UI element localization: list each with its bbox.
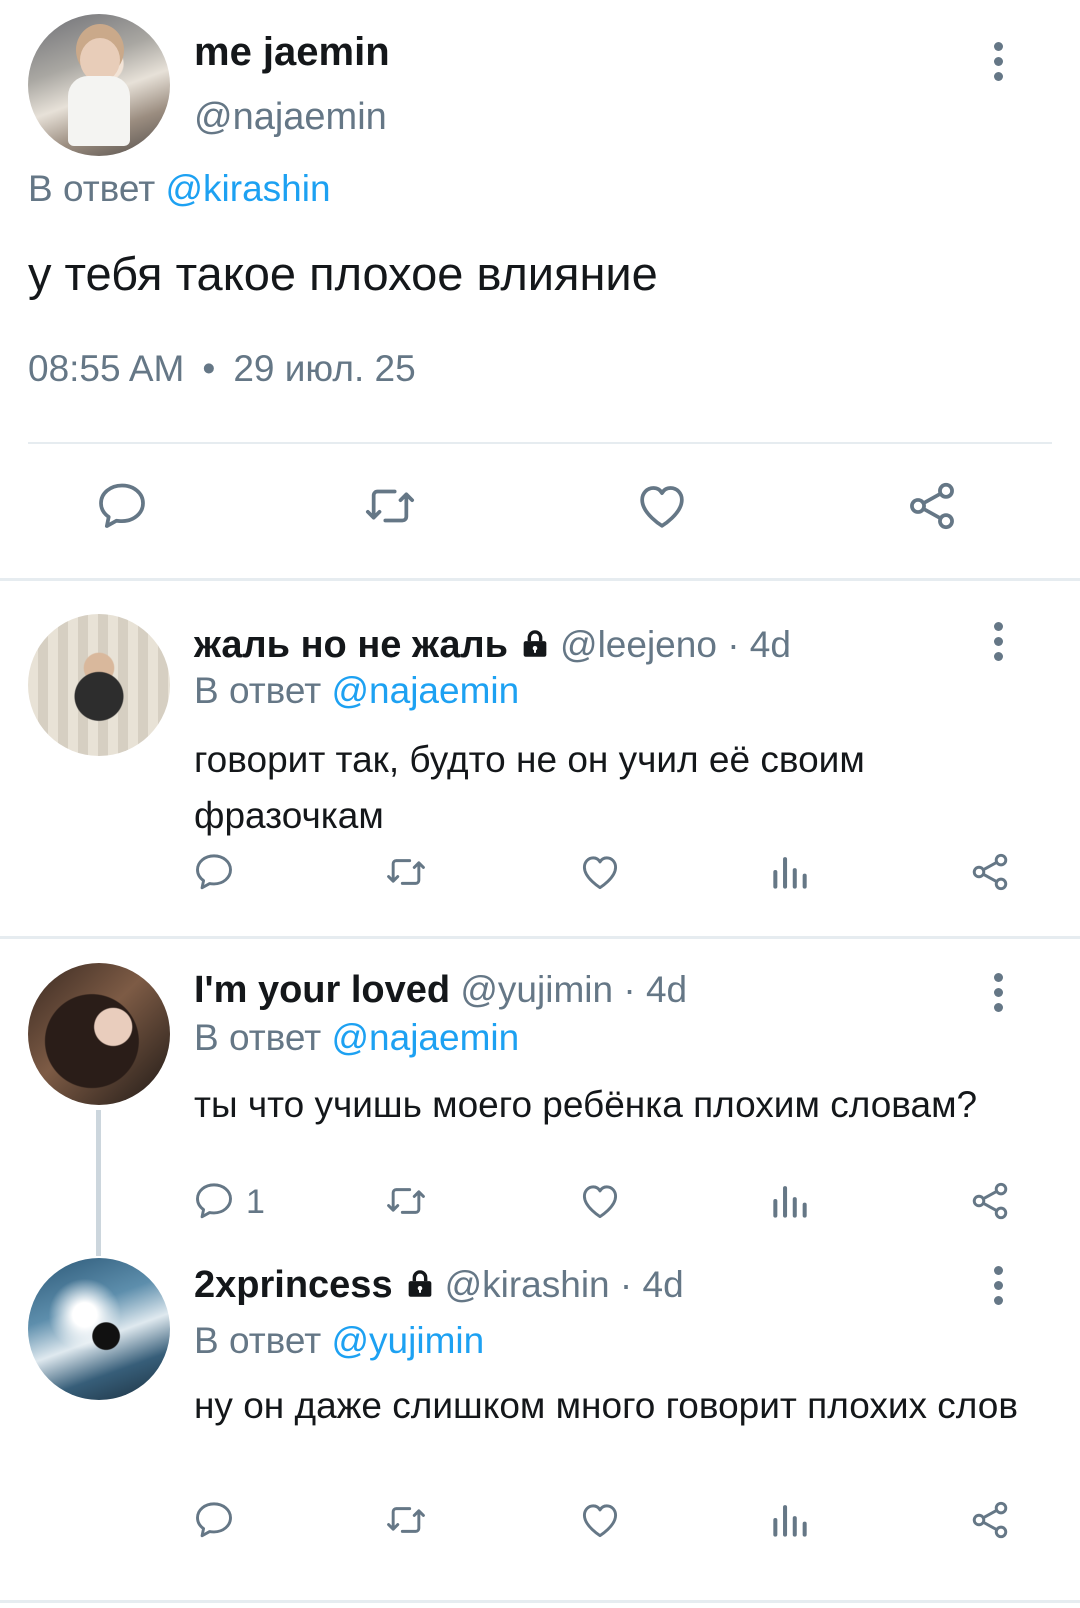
reply-to-line: В ответ @najaemin [194,670,519,712]
reply-to-line: В ответ @najaemin [194,1017,519,1059]
tweet-text: ты что учишь моего ребёнка плохим словам… [194,1084,978,1125]
more-options-icon[interactable] [983,1266,1013,1305]
retweet-icon[interactable] [362,478,418,534]
handle[interactable]: @kirashin [445,1264,610,1305]
reply-header: 2xprincess @kirashin · 4d [194,1264,684,1307]
tweet-text: говорит так, будто не он учил её своим ф… [194,739,865,836]
heart-icon[interactable] [578,850,622,894]
tweet-age: · 4d [623,969,688,1010]
reply-icon[interactable] [94,478,150,534]
reply-to-mention[interactable]: @kirashin [166,168,331,209]
avatar[interactable] [28,614,170,756]
tweet-age: · 4d [619,1264,684,1305]
reply-prefix: В ответ [194,670,322,711]
retweet-icon[interactable] [384,1498,428,1542]
reply-to-line: В ответ @kirashin [28,168,331,210]
display-name[interactable]: 2xprincess [194,1264,393,1306]
reply-prefix: В ответ [28,168,156,209]
reply-tweet[interactable]: 2xprincess @kirashin · 4d В ответ @yujimi… [0,1240,1080,1608]
tweet-date: 29 июл. 25 [233,348,416,389]
reply-icon[interactable] [192,1498,236,1542]
reply-header: жаль но не жаль @leejeno · 4d [194,624,791,667]
reply-to-mention[interactable]: @yujimin [332,1320,485,1361]
reply-tweet[interactable]: жаль но не жаль @leejeno · 4d В ответ @na… [0,578,1080,934]
divider [0,1600,1080,1603]
handle[interactable]: @leejeno [560,624,717,665]
main-tweet: me jaemin @najaemin В ответ @kirashin у … [0,0,1080,581]
retweet-icon[interactable] [384,850,428,894]
reply-to-mention[interactable]: @najaemin [332,670,520,711]
display-name[interactable]: me jaemin [194,30,390,75]
reply-icon[interactable] [192,850,236,894]
avatar[interactable] [28,14,170,156]
meta-separator: • [202,348,216,389]
lock-icon [523,630,547,657]
handle[interactable]: @najaemin [194,96,387,139]
analytics-icon[interactable] [768,1179,812,1223]
reply-icon[interactable] [192,1179,236,1223]
reply-header: I'm your loved @yujimin · 4d [194,969,687,1012]
retweet-icon[interactable] [384,1179,428,1223]
tweet-age: · 4d [727,624,791,665]
display-name[interactable]: I'm your loved [194,969,450,1011]
avatar[interactable] [28,1258,170,1400]
share-icon[interactable] [968,1179,1012,1223]
analytics-icon[interactable] [768,1498,812,1542]
display-name[interactable]: жаль но не жаль [194,624,508,666]
share-icon[interactable] [904,478,960,534]
divider [28,442,1052,444]
tweet-text: у тебя такое плохое влияние [28,247,658,300]
lock-icon [408,1270,431,1297]
share-icon[interactable] [968,1498,1012,1542]
share-icon[interactable] [968,850,1012,894]
avatar[interactable] [28,963,170,1105]
reply-prefix: В ответ [194,1320,322,1361]
tweet-text: ну он даже слишком много говорит плохих … [194,1385,1019,1426]
tweet-time: 08:55 AM [28,348,185,389]
more-options-icon[interactable] [983,42,1013,81]
tweet-meta: 08:55 AM • 29 июл. 25 [28,348,416,390]
reply-to-mention[interactable]: @najaemin [332,1017,520,1058]
heart-icon[interactable] [634,478,690,534]
avatar-shirt [68,76,130,146]
more-options-icon[interactable] [983,622,1013,661]
heart-icon[interactable] [578,1179,622,1223]
reply-to-line: В ответ @yujimin [194,1320,484,1362]
reply-prefix: В ответ [194,1017,322,1058]
analytics-icon[interactable] [768,850,812,894]
more-options-icon[interactable] [983,973,1013,1012]
reply-tweet[interactable]: I'm your loved @yujimin · 4d В ответ @na… [0,939,1080,1239]
reply-count: 1 [246,1183,265,1221]
handle[interactable]: @yujimin [460,969,613,1010]
heart-icon[interactable] [578,1498,622,1542]
